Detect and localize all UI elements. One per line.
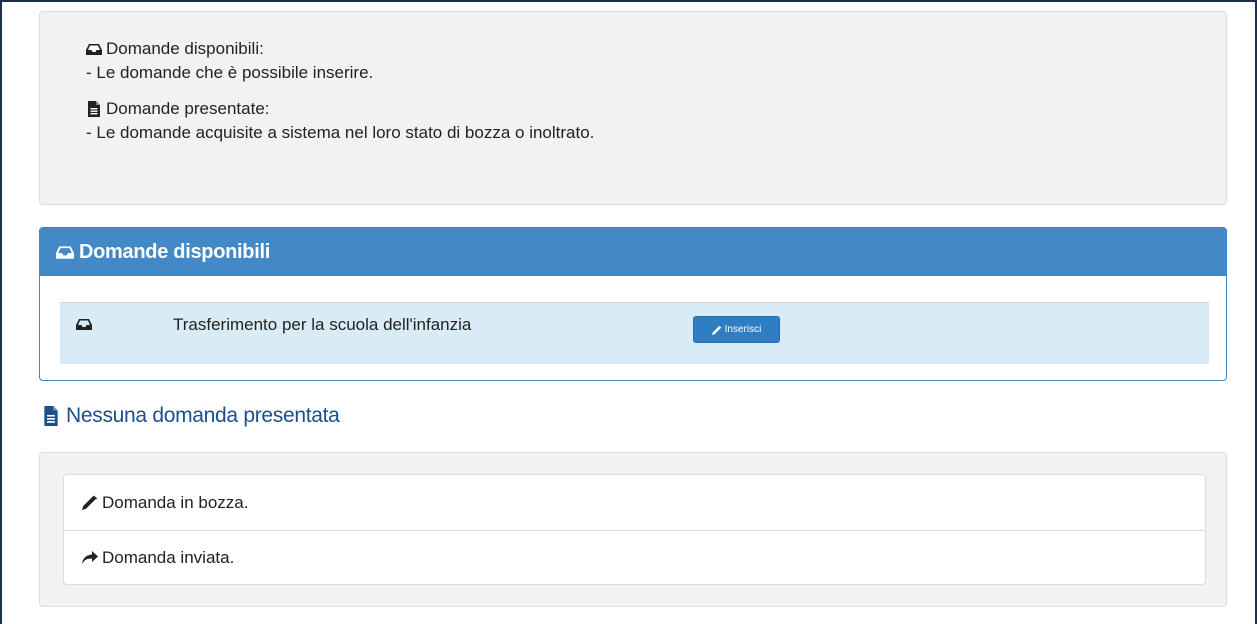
legend-list: Domanda in bozza. Domanda inviata. [63,474,1206,585]
pencil-icon [82,495,97,510]
legend-item-label: Domanda in bozza. [102,492,249,512]
available-panel: Domande disponibili Trasferimento per la… [39,227,1227,381]
inserisci-button-label: Inserisci [724,324,762,335]
panel-title: Domande disponibili [79,240,270,263]
legend-well: Domanda in bozza. Domanda inviata. [39,452,1227,607]
inbox-icon [56,246,74,259]
share-icon [82,551,98,564]
info-available-title: Domande disponibili: [86,37,1226,61]
info-submitted-desc: - Le domande acquisite a sistema nel lor… [86,123,595,142]
document-icon [44,406,58,426]
inserisci-button[interactable]: Inserisci [693,316,780,343]
section-title: Nessuna domanda presentata [42,404,340,428]
legend-item-label: Domanda inviata. [102,548,235,567]
list-item: Domanda in bozza. [64,475,1205,530]
list-item: Domanda inviata. [64,530,1205,585]
info-well: Domande disponibili: - Le domande che è … [39,11,1227,205]
inbox-icon [86,44,102,55]
info-available-title-text: Domande disponibili: [106,39,264,58]
table-row: Trasferimento per la scuola dell'infanzi… [60,302,1209,364]
section-title-text: Nessuna domanda presentata [66,404,340,427]
info-submitted-title: Domande presentate: [86,97,1226,121]
pencil-icon [711,325,721,335]
panel-header: Domande disponibili [40,228,1226,276]
document-icon [88,101,100,117]
row-label: Trasferimento per la scuola dell'infanzi… [173,315,472,334]
inbox-icon [76,319,92,330]
info-submitted-title-text: Domande presentate: [106,99,270,118]
info-available-desc: - Le domande che è possibile inserire. [86,63,374,82]
